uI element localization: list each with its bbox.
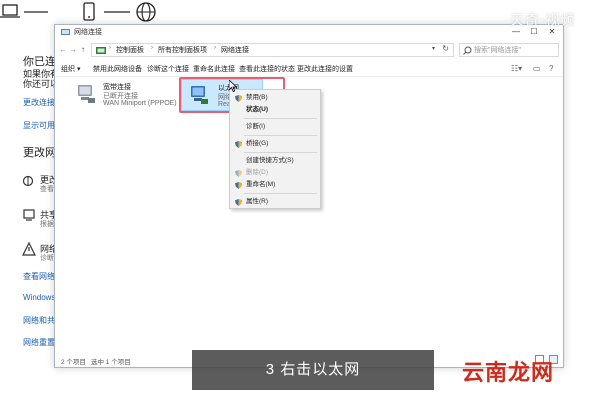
breadcrumb-separator: ›	[214, 45, 216, 51]
adapter-options-icon	[22, 175, 34, 187]
warning-icon	[22, 242, 36, 256]
menu-item-status[interactable]: 状态(U)	[230, 104, 320, 116]
broadband-adapter-icon	[78, 85, 95, 103]
mouse-cursor-icon	[229, 80, 237, 92]
help-icon[interactable]: ?	[549, 64, 553, 73]
bg-link-network-reset[interactable]: 网络重置	[23, 337, 57, 348]
sharing-icon	[23, 209, 35, 221]
organize-button[interactable]: 组织 ▾	[61, 64, 80, 74]
menu-item-label: 诊断(I)	[246, 123, 266, 130]
item-count: 2 个项目	[61, 359, 86, 366]
context-menu: 禁用(B) 状态(U) 诊断(I) 桥接(G) 创建快捷方式(S) 删除(D) …	[229, 89, 321, 209]
bg-link-view-properties[interactable]: 查看网络	[23, 271, 57, 282]
menu-item-diagnose[interactable]: 诊断(I)	[230, 121, 320, 133]
search-input[interactable]: 搜索"网络连接"	[459, 43, 559, 57]
menu-separator	[244, 152, 317, 153]
menu-item-label: 删除(D)	[246, 169, 269, 176]
menu-separator	[244, 135, 317, 136]
rename-connection-button[interactable]: 重命名此连接	[193, 64, 235, 74]
menu-item-delete[interactable]: 删除(D)	[230, 167, 320, 179]
change-settings-button[interactable]: 更改此连接的设置	[297, 64, 353, 74]
watermark-bottom: 云南龙网	[462, 360, 555, 386]
bg-link-show-available[interactable]: 显示可用	[23, 120, 57, 131]
search-icon	[463, 46, 472, 55]
command-bar: 组织 ▾ 禁用此网络设备 诊断这个连接 重命名此连接 查看此连接的状态 更改此连…	[55, 61, 563, 77]
breadcrumb-all-items[interactable]: 所有控制面板项	[158, 45, 207, 55]
view-options-icon[interactable]: ☷▾	[511, 64, 522, 73]
watermark-top: 天奇·视频	[510, 13, 576, 29]
menu-item-properties[interactable]: 属性(R)	[230, 196, 320, 208]
refresh-icon[interactable]: ↻	[442, 44, 449, 53]
selected-count: 选中 1 个项目	[91, 359, 131, 366]
menu-item-label: 属性(R)	[246, 198, 269, 205]
breadcrumb-separator: ›	[151, 45, 153, 51]
connection-device: WAN Miniport (PPPOE)	[103, 100, 177, 107]
menu-item-bridge[interactable]: 桥接(G)	[230, 138, 320, 150]
shield-icon	[235, 199, 242, 206]
title-bar[interactable]: 网络连接 — ☐ ✕	[55, 25, 563, 39]
menu-item-rename[interactable]: 重命名(M)	[230, 179, 320, 191]
shield-icon	[235, 182, 242, 189]
breadcrumb-separator: ›	[109, 45, 111, 51]
up-button[interactable]: ↑	[77, 43, 89, 57]
bg-link-windows-firewall[interactable]: Windows	[23, 293, 57, 302]
address-bar-row: ← → ↑ › 控制面板 › 所有控制面板项 › 网络连接 ▾ ↻ 搜索"网络连…	[55, 40, 563, 60]
menu-item-label: 重命名(M)	[246, 181, 276, 188]
menu-item-label: 状态(U)	[246, 106, 269, 113]
menu-separator	[244, 118, 317, 119]
network-folder-icon	[61, 29, 70, 35]
menu-item-label: 桥接(G)	[246, 140, 269, 147]
settings-background-page: 你已连接 如果你有 你还可以 更改连接 显示可用 更改网 更改 查看 共享 根据…	[0, 40, 60, 400]
window-title: 网络连接	[74, 29, 102, 36]
menu-item-disable[interactable]: 禁用(B)	[230, 92, 320, 104]
tutorial-caption: 3 右击以太网	[192, 350, 434, 390]
bg-link-network-sharing-center[interactable]: 网络和共	[23, 315, 57, 326]
bg-link-change-connection[interactable]: 更改连接	[23, 97, 57, 108]
control-panel-icon	[96, 47, 106, 54]
menu-item-create-shortcut[interactable]: 创建快捷方式(S)	[230, 155, 320, 167]
diagnose-connection-button[interactable]: 诊断这个连接	[147, 64, 189, 74]
menu-item-label: 创建快捷方式(S)	[246, 157, 294, 164]
view-status-button[interactable]: 查看此连接的状态	[239, 64, 295, 74]
menu-separator	[244, 193, 317, 194]
shield-icon	[235, 170, 242, 177]
network-connections-window: 网络连接 — ☐ ✕ ← → ↑ › 控制面板 › 所有控制面板项 › 网络连接…	[54, 24, 564, 368]
bg-text: 你还可以	[23, 79, 57, 89]
address-dropdown-icon[interactable]: ▾	[432, 45, 435, 52]
menu-item-label: 禁用(B)	[246, 94, 268, 101]
organize-label: 组织	[61, 66, 75, 73]
address-input[interactable]: › 控制面板 › 所有控制面板项 › 网络连接 ▾ ↻	[91, 43, 454, 57]
breadcrumb-network-connections[interactable]: 网络连接	[221, 45, 249, 55]
shield-icon	[235, 95, 242, 102]
disable-device-button[interactable]: 禁用此网络设备	[93, 64, 142, 74]
preview-pane-icon[interactable]: ▭	[533, 64, 541, 73]
shield-icon	[235, 141, 242, 148]
bg-section-heading: 更改网	[23, 147, 56, 159]
search-placeholder: 搜索"网络连接"	[474, 47, 521, 54]
chevron-down-icon: ▾	[76, 66, 81, 73]
breadcrumb-control-panel[interactable]: 控制面板	[116, 45, 144, 55]
